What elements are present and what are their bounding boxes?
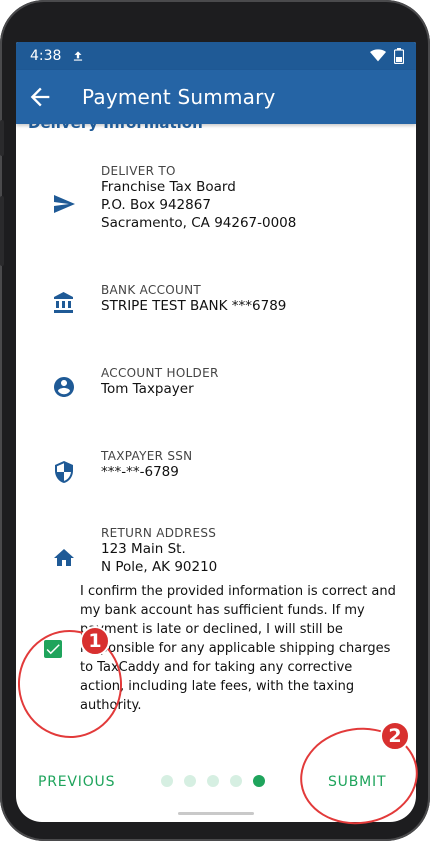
send-icon xyxy=(54,195,75,213)
wifi-icon xyxy=(370,49,386,62)
app-bar: Payment Summary xyxy=(16,70,416,124)
page-dot-active xyxy=(253,775,265,787)
status-bar: 4:38 xyxy=(16,42,416,70)
taxpayer-ssn-label: TAXPAYER SSN xyxy=(101,449,193,463)
section-title: Delivery Information xyxy=(28,124,203,132)
screen: 4:38 Payment Summary DELIVER TO Franchis… xyxy=(16,42,416,822)
return-address-line-2: N Pole, AK 90210 xyxy=(101,559,218,575)
bank-account-value: STRIPE TEST BANK ***6789 xyxy=(101,298,287,314)
bank-account-label: BANK ACCOUNT xyxy=(101,283,201,297)
deliver-to-line-1: Franchise Tax Board xyxy=(101,179,236,195)
home-icon xyxy=(54,549,74,566)
volume-up-button xyxy=(0,120,4,156)
gesture-bar xyxy=(178,812,254,815)
account-holder-row: ACCOUNT HOLDER Tom Taxpayer xyxy=(16,366,416,406)
bottom-bar: PREVIOUS SUBMIT xyxy=(16,762,416,802)
submit-button[interactable]: SUBMIT xyxy=(328,774,386,790)
page-dot xyxy=(207,775,219,787)
confirm-checkbox[interactable] xyxy=(44,640,62,658)
return-address-line-1: 123 Main St. xyxy=(101,541,186,557)
annotation-badge-2: 2 xyxy=(380,721,410,751)
deliver-to-line-2: P.O. Box 942867 xyxy=(101,197,211,213)
status-icons xyxy=(370,48,404,64)
battery-icon xyxy=(394,48,404,64)
return-address-row: RETURN ADDRESS 123 Main St. N Pole, AK 9… xyxy=(16,526,416,586)
bank-icon xyxy=(54,292,73,313)
shield-icon xyxy=(55,461,73,483)
confirm-section: I confirm the provided information is co… xyxy=(16,582,416,722)
page-title: Payment Summary xyxy=(82,85,276,109)
bank-account-row: BANK ACCOUNT STRIPE TEST BANK ***6789 xyxy=(16,283,416,323)
taxpayer-ssn-row: TAXPAYER SSN ***-**-6789 xyxy=(16,449,416,489)
previous-button[interactable]: PREVIOUS xyxy=(38,774,115,790)
check-icon xyxy=(46,644,60,655)
return-address-label: RETURN ADDRESS xyxy=(101,526,217,540)
page-dot xyxy=(230,775,242,787)
taxpayer-ssn-value: ***-**-6789 xyxy=(101,464,179,480)
page-dot xyxy=(184,775,196,787)
confirm-text: I confirm the provided information is co… xyxy=(80,584,396,713)
volume-down-button xyxy=(0,196,4,266)
upload-icon xyxy=(74,51,83,61)
account-circle-icon xyxy=(54,377,74,397)
deliver-to-row: DELIVER TO Franchise Tax Board P.O. Box … xyxy=(16,164,416,234)
page-dot xyxy=(161,775,173,787)
back-arrow-icon[interactable] xyxy=(26,83,54,111)
account-holder-value: Tom Taxpayer xyxy=(101,381,194,397)
phone-frame: 4:38 Payment Summary DELIVER TO Franchis… xyxy=(0,0,430,841)
annotation-badge-1: 1 xyxy=(80,626,110,656)
deliver-to-label: DELIVER TO xyxy=(101,164,176,178)
status-time: 4:38 xyxy=(30,48,62,64)
page-indicator xyxy=(161,775,265,787)
deliver-to-line-3: Sacramento, CA 94267-0008 xyxy=(101,215,297,231)
account-holder-label: ACCOUNT HOLDER xyxy=(101,366,219,380)
